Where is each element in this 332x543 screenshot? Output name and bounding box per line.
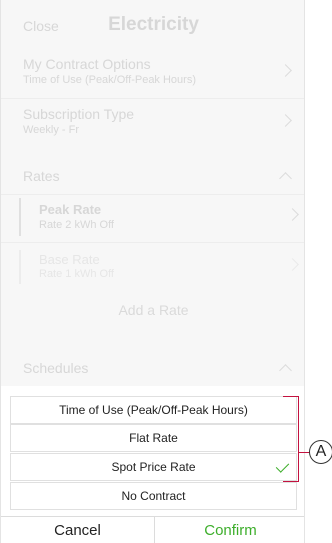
chevron-right-icon bbox=[279, 64, 292, 77]
confirm-button[interactable]: Confirm bbox=[154, 516, 304, 543]
option-time-of-use[interactable]: Time of Use (Peak/Off-Peak Hours) bbox=[10, 396, 297, 424]
option-flat-rate[interactable]: Flat Rate bbox=[10, 424, 297, 452]
callout-bracket bbox=[283, 396, 299, 482]
page-title: Electricity bbox=[108, 14, 199, 35]
chevron-up-icon[interactable] bbox=[279, 364, 292, 377]
subscription-type-row[interactable]: Subscription Type Weekly - Fr bbox=[1, 100, 304, 144]
rate-name: Base Rate bbox=[39, 252, 100, 267]
option-label: No Contract bbox=[121, 489, 186, 503]
chevron-up-icon[interactable] bbox=[279, 172, 292, 185]
divider bbox=[1, 194, 304, 195]
option-label: Time of Use (Peak/Off-Peak Hours) bbox=[59, 403, 248, 417]
chevron-right-icon bbox=[279, 114, 292, 127]
add-rate-button[interactable]: Add a Rate bbox=[1, 302, 304, 318]
schedules-section-label: Schedules bbox=[23, 360, 89, 376]
option-no-contract[interactable]: No Contract bbox=[10, 482, 297, 510]
rate-value: Rate 2 kWh Off bbox=[39, 219, 114, 231]
divider bbox=[1, 242, 304, 243]
option-label: Flat Rate bbox=[129, 431, 178, 445]
rates-section-header[interactable]: Rates bbox=[1, 160, 304, 192]
contract-picker-sheet: Time of Use (Peak/Off-Peak Hours) Flat R… bbox=[1, 386, 304, 543]
rates-section-label: Rates bbox=[23, 168, 60, 184]
rate-card-base[interactable]: Base Rate Rate 1 kWh Off bbox=[19, 250, 299, 284]
subscription-type-label: Subscription Type bbox=[23, 106, 135, 122]
rate-card-peak[interactable]: Peak Rate Rate 2 kWh Off bbox=[19, 198, 299, 236]
cancel-button[interactable]: Cancel bbox=[1, 516, 154, 543]
chevron-right-icon bbox=[286, 208, 299, 221]
option-label: Spot Price Rate bbox=[111, 460, 196, 474]
phone-screen: Close Electricity My Contract Options Ti… bbox=[0, 0, 305, 543]
rate-name: Peak Rate bbox=[39, 202, 102, 217]
callout-marker: A bbox=[309, 440, 332, 464]
header: Close Electricity bbox=[1, 0, 304, 50]
option-spot-price-rate[interactable]: Spot Price Rate bbox=[10, 453, 297, 481]
divider bbox=[1, 98, 304, 99]
schedules-section-header[interactable]: Schedules bbox=[1, 356, 304, 382]
contract-options-value: Time of Use (Peak/Off-Peak Hours) bbox=[23, 74, 196, 86]
rate-value: Rate 1 kWh Off bbox=[39, 268, 114, 280]
contract-options-row[interactable]: My Contract Options Time of Use (Peak/Of… bbox=[1, 52, 304, 96]
chevron-right-icon bbox=[286, 258, 299, 271]
subscription-type-value: Weekly - Fr bbox=[23, 124, 80, 136]
contract-options-label: My Contract Options bbox=[23, 56, 151, 72]
